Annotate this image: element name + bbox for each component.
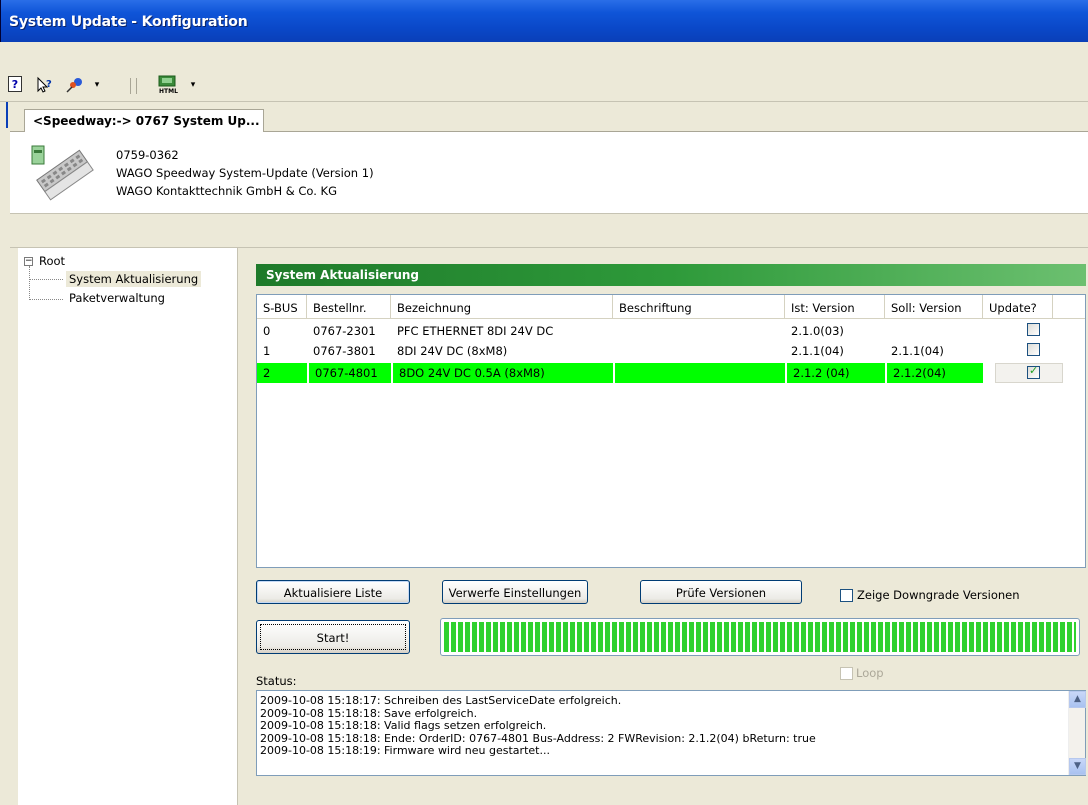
downgrade-label: Zeige Downgrade Versionen bbox=[857, 588, 1020, 602]
tree-root-label: Root bbox=[39, 254, 66, 268]
scroll-down-icon[interactable]: ▼ bbox=[1069, 758, 1086, 775]
cell-sbus: 0 bbox=[263, 324, 271, 338]
window-titlebar[interactable]: System Update - Konfiguration bbox=[0, 0, 1088, 42]
cell-order: 0767-2301 bbox=[313, 324, 376, 338]
device-info: 0759-0362 WAGO Speedway System-Update (V… bbox=[116, 146, 374, 200]
column-header-order[interactable]: Bestellnr. bbox=[307, 295, 391, 319]
cell-label bbox=[613, 321, 785, 341]
log-scrollbar[interactable]: ▲ ▼ bbox=[1068, 691, 1086, 775]
dropdown-icon[interactable]: ▾ bbox=[188, 76, 198, 94]
collapse-icon[interactable]: − bbox=[24, 256, 33, 266]
tree-item-paketverwaltung[interactable]: Paketverwaltung bbox=[66, 290, 168, 306]
device-header: 0759-0362 WAGO Speedway System-Update (V… bbox=[10, 132, 1088, 214]
check-versions-button[interactable]: Prüfe Versionen bbox=[640, 580, 802, 604]
focus-rectangle bbox=[260, 624, 406, 650]
column-header-ist[interactable]: Ist: Version bbox=[785, 295, 885, 319]
cell-label bbox=[615, 363, 785, 383]
tab-system-update[interactable]: <Speedway:-> 0767 System Up... bbox=[24, 109, 264, 133]
cell-soll-version: 2.1.2(04) bbox=[887, 363, 983, 383]
cell-name: 8DO 24V DC 0.5A (8xM8) bbox=[393, 363, 613, 383]
document-tabstrip: <Speedway:-> 0767 System Up... bbox=[10, 102, 1088, 133]
html-export-icon[interactable]: HTML bbox=[156, 75, 182, 95]
separator-band bbox=[10, 214, 1088, 248]
cell-order: 0767-3801 bbox=[313, 344, 376, 358]
svg-text:HTML: HTML bbox=[159, 88, 178, 95]
device-vendor: WAGO Kontakttechnik GmbH & Co. KG bbox=[116, 184, 338, 198]
svg-text:?: ? bbox=[46, 79, 52, 90]
tree-connector bbox=[29, 279, 63, 280]
cell-label bbox=[613, 341, 785, 361]
refresh-list-button[interactable]: Aktualisiere Liste bbox=[256, 580, 410, 604]
navigation-tree: − Root System Aktualisierung Paketverwal… bbox=[18, 248, 238, 805]
tree-item-system-aktualisierung[interactable]: System Aktualisierung bbox=[66, 271, 202, 287]
focus-indicator bbox=[6, 102, 8, 128]
main-panel: System Aktualisierung S-BUS Bestellnr. B… bbox=[240, 248, 1088, 805]
cell-sbus: 1 bbox=[263, 344, 271, 358]
update-checkbox[interactable] bbox=[1027, 364, 1040, 379]
device-module-icon bbox=[28, 144, 98, 204]
loop-label: Loop bbox=[856, 666, 884, 680]
cell-ist-version: 2.1.0(03) bbox=[791, 324, 844, 338]
loop-option: Loop bbox=[840, 666, 884, 680]
cell-name: PFC ETHERNET 8DI 24V DC bbox=[397, 324, 554, 338]
table-row[interactable]: 1 0767-3801 8DI 24V DC (8xM8) 2.1.1(04) … bbox=[257, 341, 1085, 361]
update-checkbox[interactable] bbox=[1027, 343, 1040, 356]
status-log[interactable]: 2009-10-08 15:18:17: Schreiben des LastS… bbox=[256, 690, 1086, 776]
downgrade-checkbox[interactable] bbox=[840, 588, 853, 602]
device-order-number: 0759-0362 bbox=[116, 148, 179, 162]
progress-bar bbox=[440, 618, 1080, 656]
scroll-up-icon[interactable]: ▲ bbox=[1069, 691, 1086, 708]
log-line: 2009-10-08 15:18:19: Firmware wird neu g… bbox=[260, 744, 550, 757]
table-row-selected[interactable]: 2 0767-4801 8DO 24V DC 0.5A (8xM8) 2.1.2… bbox=[257, 363, 1085, 383]
cell-ist-version: 2.1.1(04) bbox=[791, 344, 844, 358]
cell-soll-version: 2.1.1(04) bbox=[891, 344, 944, 358]
toolbar-separator bbox=[136, 78, 137, 94]
cell-ist-version: 2.1.2 (04) bbox=[787, 363, 885, 383]
status-label: Status: bbox=[256, 674, 297, 688]
loop-checkbox bbox=[840, 666, 853, 680]
context-help-icon[interactable]: ? bbox=[34, 76, 54, 94]
log-line: 2009-10-08 15:18:17: Schreiben des LastS… bbox=[260, 694, 622, 707]
table-row[interactable]: 0 0767-2301 PFC ETHERNET 8DI 24V DC 2.1.… bbox=[257, 321, 1085, 341]
toolbar-separator bbox=[130, 78, 131, 94]
column-header-label[interactable]: Beschriftung bbox=[613, 295, 785, 319]
show-downgrade-option[interactable]: Zeige Downgrade Versionen bbox=[840, 588, 1020, 602]
window-title: System Update - Konfiguration bbox=[9, 14, 248, 30]
tree-root[interactable]: − Root bbox=[24, 254, 65, 268]
log-line: 2009-10-08 15:18:18: Valid flags setzen … bbox=[260, 719, 547, 732]
cell-name: 8DI 24V DC (8xM8) bbox=[397, 344, 508, 358]
start-button[interactable]: Start! bbox=[256, 620, 410, 654]
cell-order: 0767-4801 bbox=[309, 363, 391, 383]
discard-settings-button[interactable]: Verwerfe Einstellungen bbox=[442, 580, 588, 604]
column-header-soll[interactable]: Soll: Version bbox=[885, 295, 983, 319]
module-table[interactable]: S-BUS Bestellnr. Bezeichnung Beschriftun… bbox=[256, 294, 1086, 568]
cell-sbus: 2 bbox=[257, 363, 307, 383]
progress-fill bbox=[444, 622, 1076, 652]
cell-soll-version bbox=[885, 321, 983, 341]
column-header-name[interactable]: Bezeichnung bbox=[391, 295, 613, 319]
dropdown-icon[interactable]: ▾ bbox=[92, 76, 102, 94]
update-checkbox[interactable] bbox=[1027, 323, 1040, 336]
help-icon[interactable]: ? bbox=[8, 76, 22, 92]
section-title: System Aktualisierung bbox=[256, 264, 1086, 286]
tree-connector bbox=[29, 299, 63, 300]
toolbar: ? ? ▾ HTML ▾ bbox=[0, 42, 1088, 102]
tree-connector bbox=[29, 266, 30, 300]
table-header: S-BUS Bestellnr. Bezeichnung Beschriftun… bbox=[257, 295, 1085, 319]
device-name: WAGO Speedway System-Update (Version 1) bbox=[116, 166, 374, 180]
column-header-sbus[interactable]: S-BUS bbox=[257, 295, 307, 319]
column-header-update[interactable]: Update? bbox=[983, 295, 1053, 319]
pointer-icon[interactable] bbox=[64, 76, 86, 94]
